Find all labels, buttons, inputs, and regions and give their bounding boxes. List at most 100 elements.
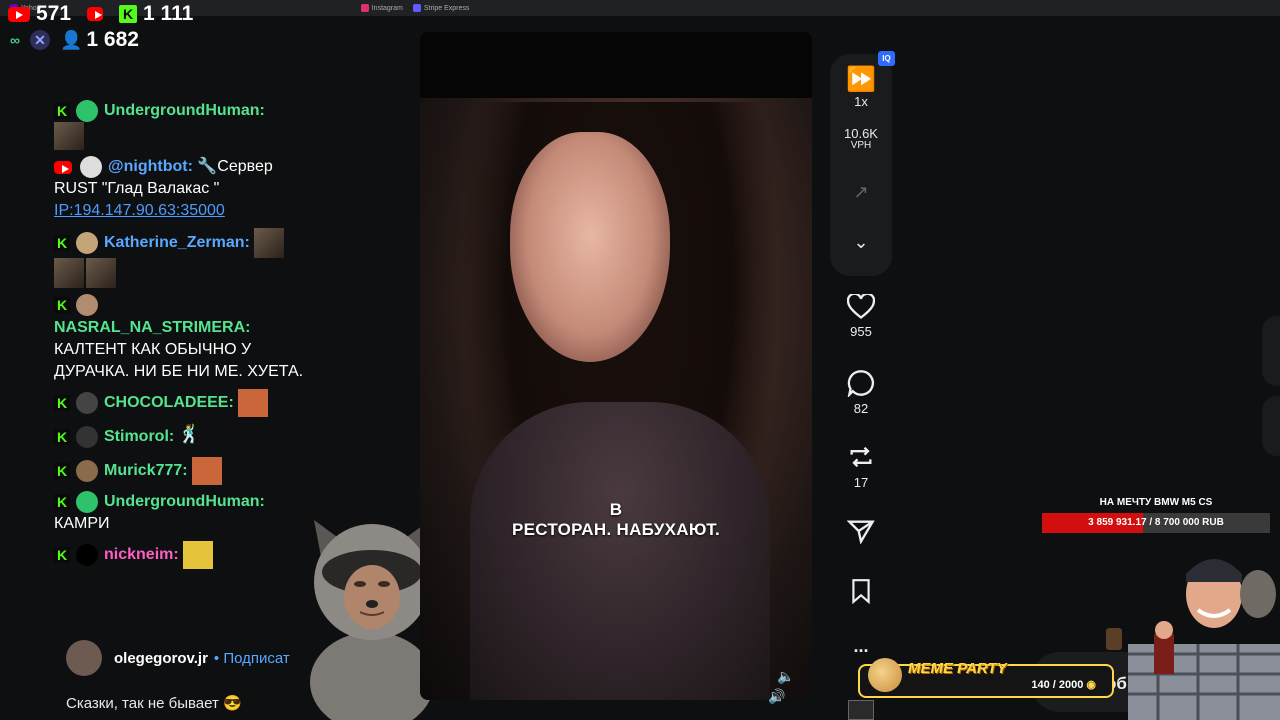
- kick-badge-icon: K: [54, 297, 70, 314]
- goal-progress-text: 3 859 931.17 / 8 700 000 RUB: [1088, 517, 1224, 528]
- x-icon: ✕: [29, 30, 50, 50]
- kick-badge-icon: K: [54, 235, 70, 252]
- chat-username[interactable]: UndergroundHuman:: [104, 102, 265, 119]
- chat-message: @nightbot: 🔧Сервер RUST "Глад Валакас " …: [54, 156, 314, 222]
- repost-icon: [850, 446, 872, 468]
- chat-link[interactable]: IP:194.147.90.63:35000: [54, 202, 225, 219]
- video-frame-face: [510, 132, 670, 362]
- goal-progress-bar: 3 859 931.17 / 8 700 000 RUB: [1042, 513, 1270, 533]
- avatar: [76, 490, 98, 513]
- chat-username[interactable]: Murick777:: [104, 462, 188, 479]
- screen: Yahoo Instagram Stripe Express 571 K 1 1…: [0, 0, 1280, 720]
- trend-icon[interactable]: ↗: [830, 178, 892, 206]
- bookmark-stripe[interactable]: Stripe Express: [412, 4, 469, 12]
- video-subtitle-line1: В: [609, 500, 623, 519]
- chevron-down-icon[interactable]: ⌄: [830, 228, 892, 256]
- avatar: [80, 156, 102, 179]
- streamer-camera: [1128, 559, 1280, 720]
- youtube-viewer-count: 571: [36, 2, 72, 25]
- kick-icon: K: [119, 5, 138, 23]
- emote-icon: [191, 456, 222, 485]
- video-player[interactable]: В РЕСТОРАН. НАБУХАЮТ. 🔈: [420, 32, 812, 700]
- comment-button[interactable]: 82: [830, 369, 892, 416]
- emote-icon: [54, 258, 84, 289]
- goal-title: НА МЕЧТУ BMW M5 CS: [1099, 497, 1213, 508]
- chat-message: K Stimorol: 🕺: [54, 423, 314, 451]
- speed-control[interactable]: ⏩ 1x: [830, 66, 892, 109]
- comment-text: Сказки, так не бывает 😎: [66, 695, 242, 712]
- chat-text: КАЛТЕНТ КАК ОБЫЧНО У ДУРАЧКА. НИ БЕ НИ М…: [54, 340, 304, 380]
- more-options[interactable]: ...: [830, 636, 892, 657]
- user-icon: 👤: [59, 29, 83, 50]
- vph-stat: 10.6K VPH: [830, 126, 892, 151]
- viewer-stats: 571 K 1 111: [8, 2, 193, 26]
- instagram-icon: [360, 4, 369, 12]
- chat-username[interactable]: @nightbot:: [108, 158, 193, 175]
- donation-goal: НА МЕЧТУ BMW M5 CS 3 859 931.17 / 8 700 …: [1042, 497, 1270, 533]
- heart-icon: [847, 294, 875, 319]
- chat-message: K UndergroundHuman:: [54, 100, 314, 151]
- vph-label: VPH: [850, 140, 872, 151]
- like-button[interactable]: 955: [830, 294, 892, 339]
- comment-icon: [847, 370, 874, 397]
- chat-username[interactable]: Stimorol:: [104, 428, 174, 445]
- subscribe-button[interactable]: • Подписат: [214, 650, 290, 667]
- avatar: [76, 294, 98, 317]
- stripe-icon: [412, 4, 421, 12]
- coin-icon: ◉: [1086, 679, 1096, 691]
- chat-message: K UndergroundHuman: КАМРИ: [54, 490, 314, 535]
- infinity-icon: ∞: [10, 32, 20, 48]
- channel-row: olegegorov.jr • Подписат: [66, 640, 290, 676]
- repost-count: 17: [853, 475, 869, 490]
- emote-icon: [54, 122, 84, 151]
- meme-party-count: 140 / 2000 ◉: [1031, 679, 1096, 691]
- speaker-icon[interactable]: 🔊: [768, 688, 785, 705]
- side-pill[interactable]: [1262, 396, 1280, 456]
- bookmark-instagram[interactable]: Instagram: [360, 4, 403, 12]
- channel-avatar[interactable]: [66, 640, 102, 676]
- bookmark-button[interactable]: [830, 578, 892, 604]
- iq-badge[interactable]: IQ: [878, 51, 895, 66]
- share-button[interactable]: [830, 518, 892, 544]
- kick-badge-icon: K: [54, 546, 70, 563]
- volume-icon[interactable]: 🔈: [777, 668, 794, 685]
- chat-message: K CHOCOLADEEE:: [54, 388, 314, 417]
- side-pill[interactable]: [1262, 316, 1280, 386]
- chat-text: КАМРИ: [54, 514, 110, 532]
- kick-badge-icon: K: [54, 394, 70, 411]
- youtube-icon: [8, 6, 30, 22]
- kick-badge-icon: K: [54, 493, 70, 510]
- doge-icon: [868, 658, 902, 692]
- play-icon: [87, 7, 104, 21]
- youtube-badge-icon: [54, 160, 72, 174]
- fast-forward-icon: ⏩: [846, 66, 876, 93]
- chat-message: Knickneim:: [54, 540, 314, 569]
- like-count: 955: [850, 324, 872, 339]
- chat-username[interactable]: nickneim:: [104, 546, 179, 563]
- chat-panel: K UndergroundHuman: @nightbot: 🔧Сервер RU…: [54, 100, 314, 575]
- bookmark-icon: [852, 579, 870, 604]
- total-viewer-stats: ∞ ✕ 👤 1 682: [10, 28, 139, 52]
- chat-username[interactable]: UndergroundHuman:: [104, 493, 265, 510]
- kick-badge-icon: K: [54, 103, 70, 119]
- chat-username[interactable]: CHOCOLADEEE:: [104, 394, 234, 411]
- send-icon: [847, 520, 875, 544]
- avatar: [76, 100, 98, 122]
- emote-icon: [253, 228, 284, 259]
- thumbnail[interactable]: [848, 700, 874, 720]
- kick-viewer-count: 1 111: [143, 2, 194, 25]
- video-frame-shirt: [470, 402, 770, 700]
- comment-count: 82: [853, 401, 869, 416]
- kick-badge-icon: K: [54, 462, 70, 479]
- repost-button[interactable]: 17: [830, 443, 892, 490]
- avatar: [76, 425, 98, 448]
- emote-icon: [237, 388, 268, 417]
- chat-username[interactable]: Katherine_Zerman:: [104, 235, 250, 252]
- emote-icon: [86, 258, 116, 289]
- chat-username[interactable]: NASRAL_NA_STRIMERA:: [54, 319, 250, 336]
- avatar: [76, 459, 98, 482]
- chat-message: K Katherine_Zerman:: [54, 228, 314, 289]
- kick-badge-icon: K: [54, 428, 70, 445]
- avatar: [76, 543, 98, 566]
- channel-name[interactable]: olegegorov.jr: [114, 650, 208, 667]
